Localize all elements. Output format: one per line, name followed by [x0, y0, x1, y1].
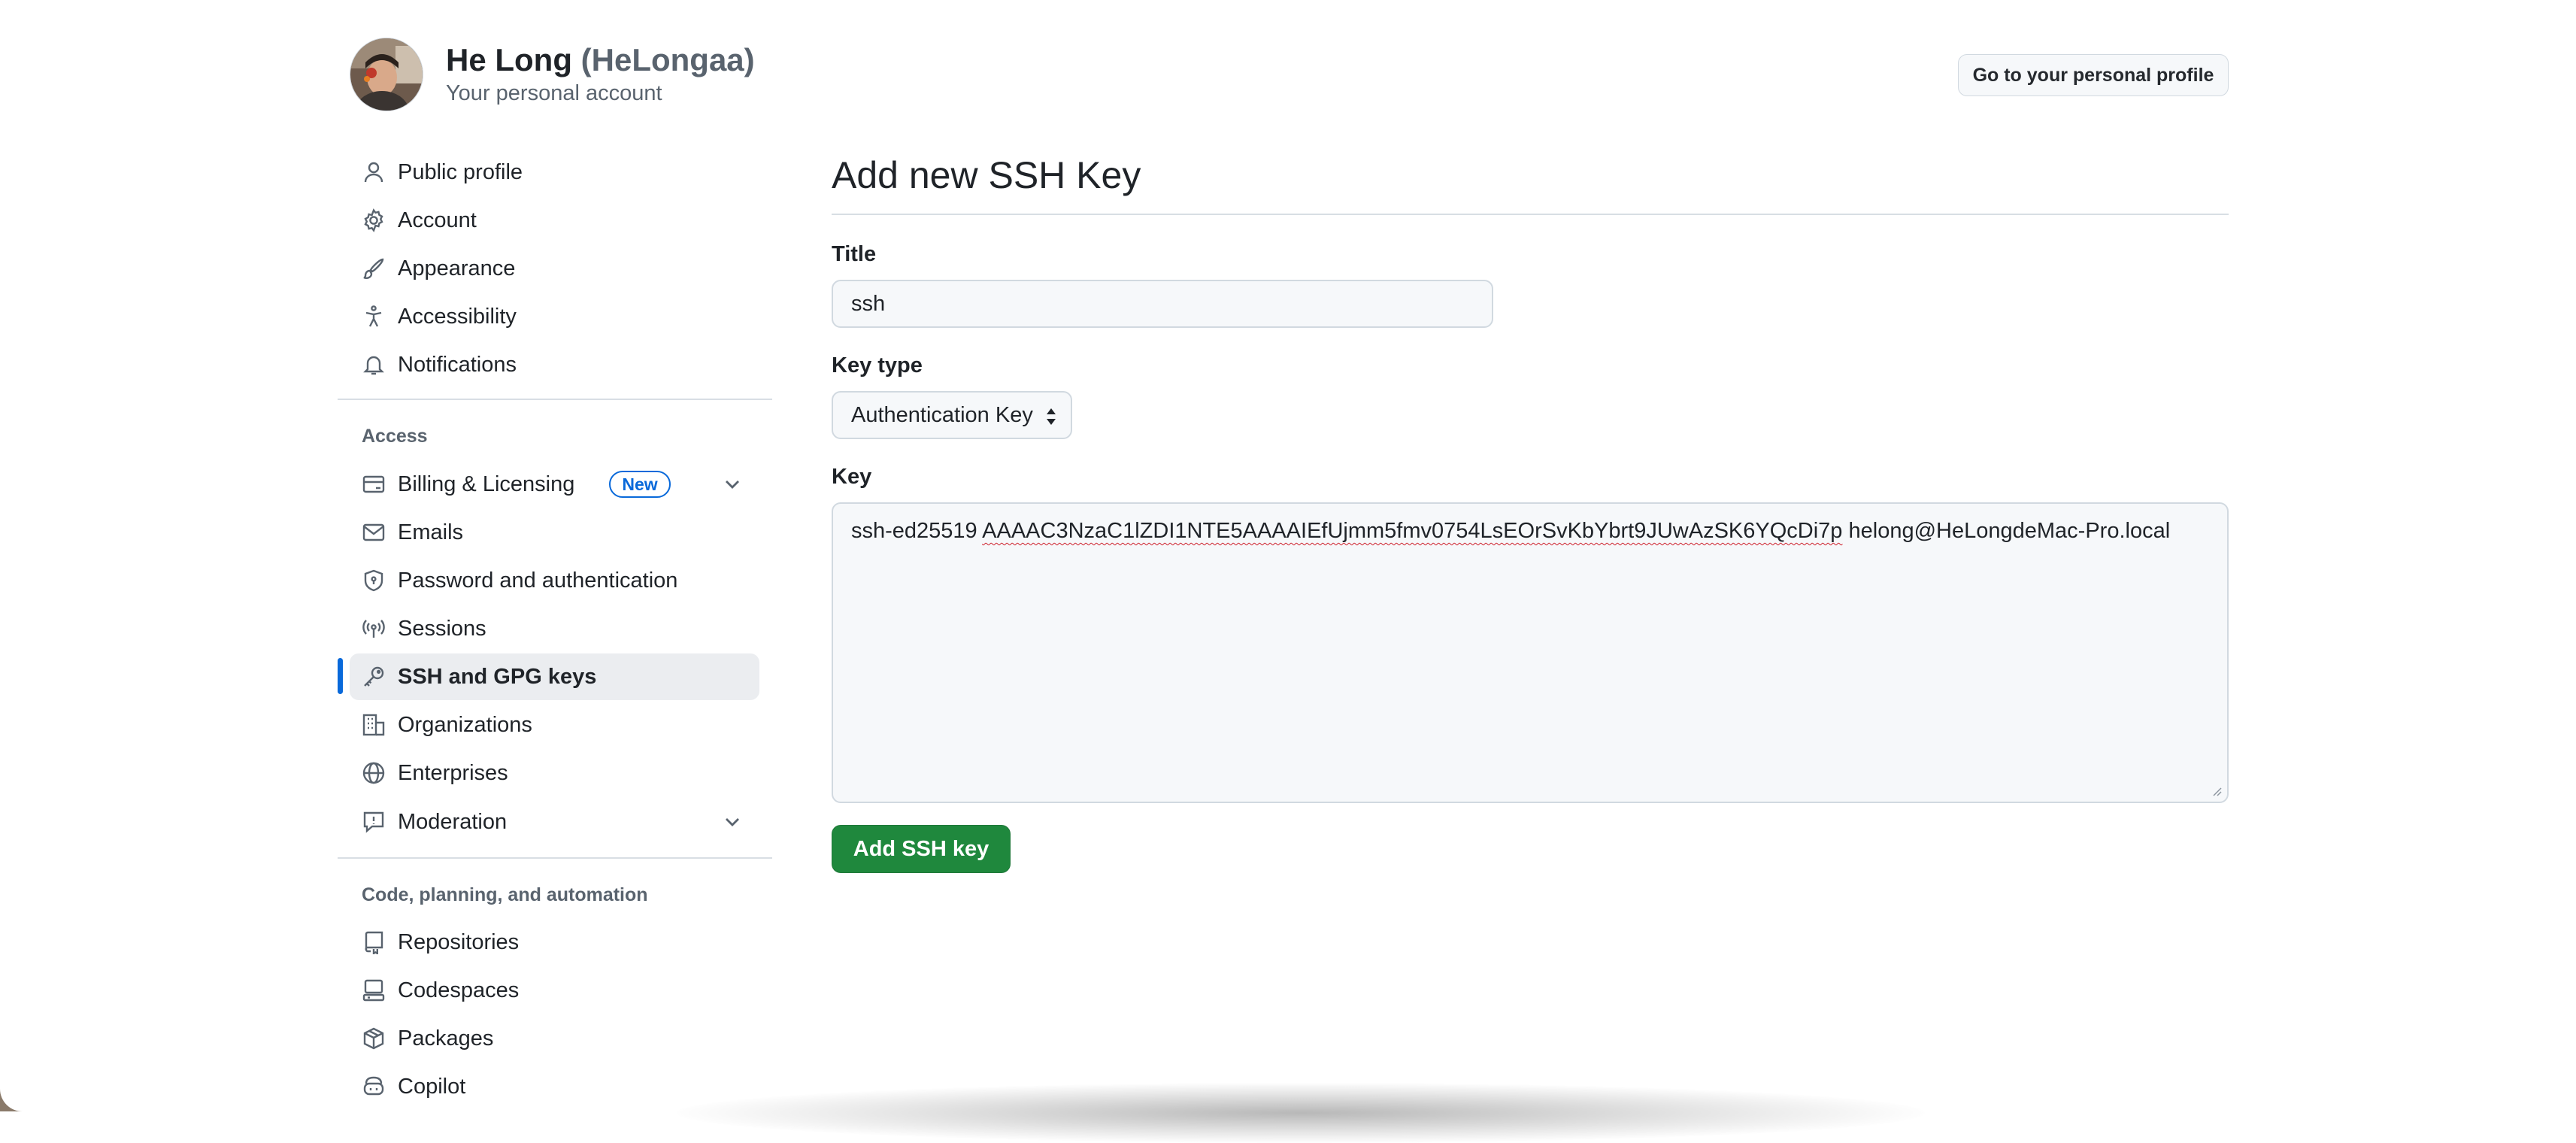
resize-handle-icon[interactable] [2209, 784, 2223, 797]
sidebar-item-label: Packages [398, 1026, 494, 1051]
key-body: AAAAC3NzaC1lZDI1NTE5AAAAIEfUjmm5fmv0754L… [982, 519, 1843, 543]
sidebar-item-codespaces[interactable]: Codespaces [350, 967, 759, 1014]
sidebar-divider [338, 857, 772, 859]
key-type-label: Key type [832, 353, 923, 377]
sidebar-item-enterprises[interactable]: Enterprises [350, 750, 759, 796]
sidebar-item-label: Codespaces [398, 978, 520, 1002]
sidebar-item-label: Copilot [398, 1074, 466, 1099]
account-subtitle: Your personal account [446, 81, 662, 105]
person-icon [364, 162, 383, 183]
sidebar-item-label: Accessibility [398, 304, 517, 329]
sidebar-item-moderation[interactable]: Moderation [350, 799, 759, 845]
sidebar-item-label: Billing & Licensing [398, 471, 575, 496]
sidebar-item-label: Moderation [398, 809, 508, 834]
key-textarea[interactable]: ssh-ed25519 AAAAC3NzaC1lZDI1NTE5AAAAIEfU… [832, 502, 2229, 803]
sidebar-item-label: Account [398, 208, 477, 232]
sidebar-item-sessions[interactable]: Sessions [350, 605, 759, 652]
accessibility-icon [365, 305, 382, 327]
sidebar-item-label: Appearance [398, 256, 516, 280]
sidebar-item-password[interactable]: Password and authentication [350, 557, 759, 604]
paintbrush-icon [363, 258, 384, 279]
sidebar-item-label: Public profile [398, 159, 523, 184]
sidebar-item-accessibility[interactable]: Accessibility [350, 293, 759, 340]
avatar[interactable] [350, 38, 423, 111]
sidebar-item-account[interactable]: Account [350, 197, 759, 244]
gear-icon [364, 208, 383, 232]
sidebar-item-label: Repositories [398, 929, 520, 954]
sidebar-item-packages[interactable]: Packages [350, 1015, 759, 1062]
key-type-select[interactable]: Authentication Key [832, 391, 1072, 439]
bell-icon [363, 356, 384, 375]
title-label: Title [832, 242, 877, 266]
sidebar-item-label: Password and authentication [398, 568, 678, 593]
sidebar-section-code: Code, planning, and automation [362, 884, 648, 905]
credit-card-icon [362, 475, 385, 493]
sidebar-item-organizations[interactable]: Organizations [350, 702, 759, 748]
sidebar-item-copilot[interactable]: Copilot [350, 1063, 759, 1110]
report-icon [363, 811, 384, 833]
add-ssh-key-button[interactable]: Add SSH key [832, 825, 1011, 873]
account-login: (HeLongaa) [580, 42, 755, 77]
sidebar-item-ssh-gpg-keys[interactable]: SSH and GPG keys [350, 653, 759, 700]
sidebar-item-emails[interactable]: Emails [350, 509, 759, 556]
sidebar-section-access: Access [362, 426, 428, 447]
sidebar-item-appearance[interactable]: Appearance [350, 245, 759, 292]
chevron-down-icon[interactable] [720, 472, 744, 496]
sidebar-item-label: Organizations [398, 712, 532, 737]
go-to-profile-button[interactable]: Go to your personal profile [1958, 54, 2229, 96]
title-value: ssh [851, 291, 886, 316]
sidebar-item-public-profile[interactable]: Public profile [350, 149, 759, 196]
key-type-value: Authentication Key [851, 402, 1033, 427]
codespaces-icon [362, 979, 385, 1002]
package-icon [363, 1027, 384, 1050]
organization-icon [362, 714, 385, 736]
repo-icon [365, 931, 383, 954]
account-name: He Long (HeLongaa) [446, 39, 755, 81]
key-comment: helong@HeLongdeMac-Pro.local [1848, 519, 2171, 543]
globe-icon [362, 762, 385, 784]
sidebar-item-billing[interactable]: Billing & Licensing New [350, 461, 759, 508]
title-input[interactable]: ssh [832, 280, 1493, 328]
sidebar-divider [338, 399, 772, 400]
page-title: Add new SSH Key [832, 154, 1141, 196]
sidebar-item-repositories[interactable]: Repositories [350, 919, 759, 966]
key-icon [364, 666, 384, 687]
select-caret-icon [1047, 408, 1056, 425]
sidebar-item-label: Notifications [398, 352, 517, 377]
active-indicator [338, 658, 343, 694]
sidebar-item-label: SSH and GPG keys [398, 664, 597, 689]
chevron-down-icon[interactable] [720, 810, 744, 834]
shield-lock-icon [364, 569, 383, 592]
new-badge: New [609, 471, 671, 498]
broadcast-icon [362, 620, 385, 638]
sidebar-item-label: Sessions [398, 616, 486, 641]
window-shadow [677, 1083, 1925, 1143]
mail-icon [362, 523, 385, 541]
copilot-icon [363, 1076, 384, 1096]
key-prefix: ssh-ed25519 [851, 519, 977, 543]
heading-divider [832, 214, 2229, 215]
sidebar-item-notifications[interactable]: Notifications [350, 341, 759, 388]
display-name: He Long [446, 42, 572, 77]
sidebar-item-label: Enterprises [398, 760, 508, 785]
sidebar-item-label: Emails [398, 520, 464, 544]
key-label: Key [832, 465, 872, 489]
